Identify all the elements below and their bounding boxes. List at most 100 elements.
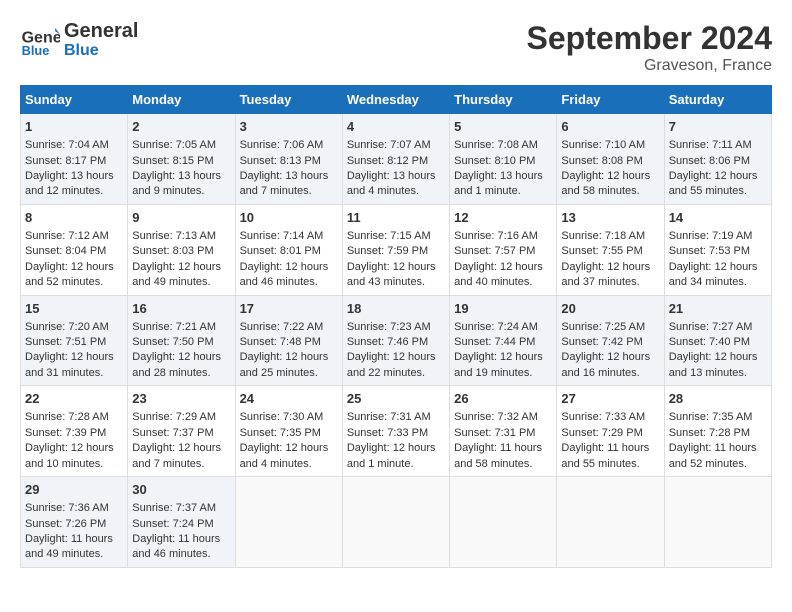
sunrise: Sunrise: 7:19 AM — [669, 230, 753, 242]
calendar-cell: 7Sunrise: 7:11 AMSunset: 8:06 PMDaylight… — [664, 114, 771, 205]
sunset: Sunset: 7:40 PM — [669, 336, 750, 348]
sunset: Sunset: 8:10 PM — [454, 155, 535, 167]
calendar-cell: 18Sunrise: 7:23 AMSunset: 7:46 PMDayligh… — [342, 295, 449, 386]
sunrise: Sunrise: 7:35 AM — [669, 411, 753, 423]
sunset: Sunset: 8:06 PM — [669, 155, 750, 167]
sunrise: Sunrise: 7:12 AM — [25, 230, 109, 242]
sunrise: Sunrise: 7:29 AM — [132, 411, 216, 423]
day-number: 19 — [454, 300, 552, 318]
day-number: 10 — [240, 209, 338, 227]
daylight: Daylight: 12 hours and 49 minutes. — [132, 261, 221, 288]
day-number: 29 — [25, 481, 123, 499]
week-row-2: 15Sunrise: 7:20 AMSunset: 7:51 PMDayligh… — [21, 295, 772, 386]
day-number: 28 — [669, 390, 767, 408]
sunrise: Sunrise: 7:16 AM — [454, 230, 538, 242]
calendar-cell: 17Sunrise: 7:22 AMSunset: 7:48 PMDayligh… — [235, 295, 342, 386]
daylight: Daylight: 12 hours and 1 minute. — [347, 442, 436, 469]
day-number: 22 — [25, 390, 123, 408]
sunrise: Sunrise: 7:18 AM — [561, 230, 645, 242]
sunset: Sunset: 8:12 PM — [347, 155, 428, 167]
sunrise: Sunrise: 7:24 AM — [454, 321, 538, 333]
day-number: 6 — [561, 118, 659, 136]
day-number: 30 — [132, 481, 230, 499]
daylight: Daylight: 13 hours and 4 minutes. — [347, 170, 436, 197]
calendar-cell: 14Sunrise: 7:19 AMSunset: 7:53 PMDayligh… — [664, 204, 771, 295]
logo-icon: General Blue — [20, 20, 60, 60]
daylight: Daylight: 11 hours and 52 minutes. — [669, 442, 757, 469]
sunset: Sunset: 7:57 PM — [454, 245, 535, 257]
sunset: Sunset: 7:35 PM — [240, 427, 321, 439]
daylight: Daylight: 12 hours and 28 minutes. — [132, 351, 221, 378]
calendar-cell: 12Sunrise: 7:16 AMSunset: 7:57 PMDayligh… — [450, 204, 557, 295]
sunset: Sunset: 7:28 PM — [669, 427, 750, 439]
calendar-cell: 13 Sunrise: 7:18 AM Sunset: 7:55 PM Dayligh… — [557, 204, 664, 295]
sunrise: Sunrise: 7:07 AM — [347, 139, 431, 151]
sunset: Sunset: 7:24 PM — [132, 518, 213, 530]
calendar-cell: 3Sunrise: 7:06 AMSunset: 8:13 PMDaylight… — [235, 114, 342, 205]
calendar-cell — [557, 477, 664, 568]
daylight: Daylight: 12 hours and 10 minutes. — [25, 442, 114, 469]
location: Graveson, France — [527, 57, 772, 75]
logo: General Blue General Blue — [20, 20, 138, 60]
title-block: September 2024 Graveson, France — [527, 20, 772, 75]
calendar-cell: 27Sunrise: 7:33 AMSunset: 7:29 PMDayligh… — [557, 386, 664, 477]
week-row-3: 22Sunrise: 7:28 AMSunset: 7:39 PMDayligh… — [21, 386, 772, 477]
sunset: Sunset: 7:33 PM — [347, 427, 428, 439]
sunrise: Sunrise: 7:31 AM — [347, 411, 431, 423]
svg-text:Blue: Blue — [22, 43, 50, 58]
sunset: Sunset: 7:53 PM — [669, 245, 750, 257]
calendar-cell: 21Sunrise: 7:27 AMSunset: 7:40 PMDayligh… — [664, 295, 771, 386]
calendar-cell — [342, 477, 449, 568]
sunrise: Sunrise: 7:13 AM — [132, 230, 216, 242]
daylight: Daylight: 11 hours and 55 minutes. — [561, 442, 649, 469]
month-title: September 2024 — [527, 20, 772, 57]
daylight: Daylight: 11 hours and 46 minutes. — [132, 533, 220, 560]
header-sunday: Sunday — [21, 86, 128, 114]
calendar-table: SundayMondayTuesdayWednesdayThursdayFrid… — [20, 85, 772, 568]
day-number: 2 — [132, 118, 230, 136]
calendar-cell: 8Sunrise: 7:12 AMSunset: 8:04 PMDaylight… — [21, 204, 128, 295]
day-number: 18 — [347, 300, 445, 318]
calendar-cell: 25 Sunrise: 7:31 AM Sunset: 7:33 PM Dayligh… — [342, 386, 449, 477]
calendar-cell: 16Sunrise: 7:21 AMSunset: 7:50 PMDayligh… — [128, 295, 235, 386]
calendar-cell: 29Sunrise: 7:36 AMSunset: 7:26 PMDayligh… — [21, 477, 128, 568]
sunset: Sunset: 7:50 PM — [132, 336, 213, 348]
sunset: Sunset: 7:39 PM — [25, 427, 106, 439]
day-number: 24 — [240, 390, 338, 408]
daylight: Daylight: 13 hours and 7 minutes. — [240, 170, 329, 197]
daylight: Daylight: 12 hours and 13 minutes. — [669, 351, 758, 378]
daylight: Daylight: 13 hours and 12 minutes. — [25, 170, 114, 197]
daylight: Daylight: 13 hours and 9 minutes. — [132, 170, 221, 197]
sunset: Sunset: 7:51 PM — [25, 336, 106, 348]
sunset: Sunset: 7:42 PM — [561, 336, 642, 348]
sunset: Sunset: 8:03 PM — [132, 245, 213, 257]
daylight: Daylight: 12 hours and 37 minutes. — [561, 261, 650, 288]
sunset: Sunset: 7:48 PM — [240, 336, 321, 348]
sunrise: Sunrise: 7:10 AM — [561, 139, 645, 151]
calendar-cell: 15Sunrise: 7:20 AMSunset: 7:51 PMDayligh… — [21, 295, 128, 386]
header-friday: Friday — [557, 86, 664, 114]
day-number: 20 — [561, 300, 659, 318]
sunrise: Sunrise: 7:37 AM — [132, 502, 216, 514]
calendar-cell: 9Sunrise: 7:13 AMSunset: 8:03 PMDaylight… — [128, 204, 235, 295]
sunset: Sunset: 7:55 PM — [561, 245, 642, 257]
day-number: 25 — [347, 390, 445, 408]
week-row-0: 1Sunrise: 7:04 AMSunset: 8:17 PMDaylight… — [21, 114, 772, 205]
daylight: Daylight: 12 hours and 58 minutes. — [561, 170, 650, 197]
sunrise: Sunrise: 7:14 AM — [240, 230, 324, 242]
day-number: 13 — [561, 209, 659, 227]
week-row-1: 8Sunrise: 7:12 AMSunset: 8:04 PMDaylight… — [21, 204, 772, 295]
calendar-cell: 1Sunrise: 7:04 AMSunset: 8:17 PMDaylight… — [21, 114, 128, 205]
sunrise: Sunrise: 7:30 AM — [240, 411, 324, 423]
sunrise: Sunrise: 7:04 AM — [25, 139, 109, 151]
day-number: 27 — [561, 390, 659, 408]
calendar-cell: 26Sunrise: 7:32 AMSunset: 7:31 PMDayligh… — [450, 386, 557, 477]
sunrise: Sunrise: 7:06 AM — [240, 139, 324, 151]
daylight: Daylight: 12 hours and 16 minutes. — [561, 351, 650, 378]
calendar-cell: 4Sunrise: 7:07 AMSunset: 8:12 PMDaylight… — [342, 114, 449, 205]
sunrise: Sunrise: 7:21 AM — [132, 321, 216, 333]
daylight: Daylight: 11 hours and 49 minutes. — [25, 533, 113, 560]
day-number: 15 — [25, 300, 123, 318]
day-number: 3 — [240, 118, 338, 136]
day-number: 7 — [669, 118, 767, 136]
